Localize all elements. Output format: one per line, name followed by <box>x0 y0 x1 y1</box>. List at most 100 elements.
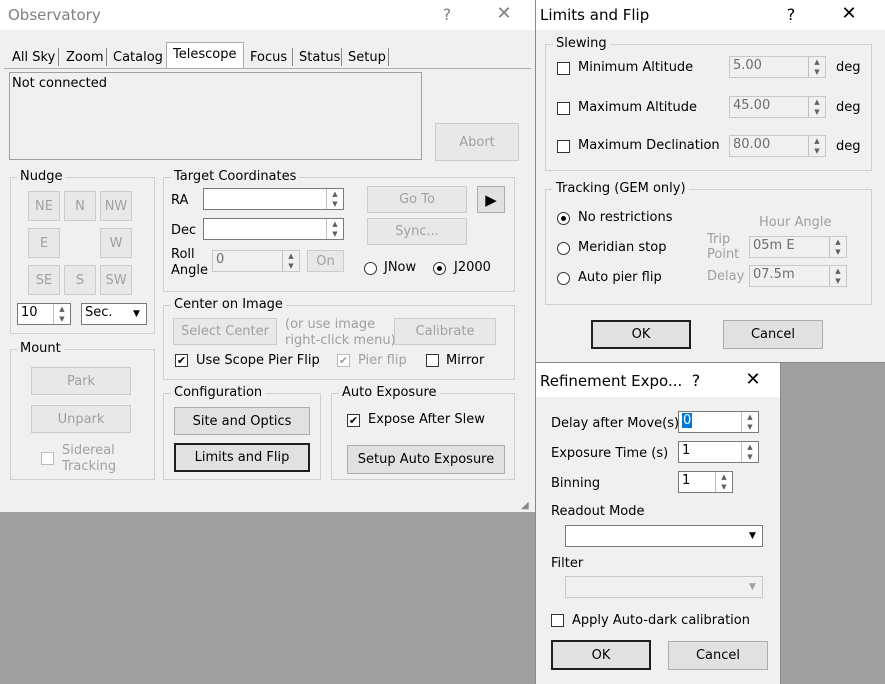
help-icon[interactable]: ? <box>437 5 457 24</box>
pier-flip-checkbox[interactable]: ✔ <box>337 354 350 367</box>
tab-all-sky[interactable]: All Sky <box>8 46 59 68</box>
unpark-button[interactable]: Unpark <box>31 405 131 433</box>
spin-up-icon[interactable]: ▲ <box>809 57 825 67</box>
select-center-button[interactable]: Select Center <box>173 318 277 345</box>
play-icon[interactable]: ▶ <box>477 186 505 213</box>
nudge-unit-select[interactable]: Sec. ▼ <box>81 303 147 325</box>
help-icon[interactable]: ? <box>686 371 706 390</box>
ra-spinner[interactable]: ▲ ▼ <box>326 189 343 209</box>
sidereal-tracking-checkbox[interactable] <box>41 452 54 465</box>
refine-ok-button[interactable]: OK <box>551 640 651 670</box>
spin-down-icon[interactable]: ▼ <box>54 314 70 324</box>
tab-setup[interactable]: Setup <box>344 46 390 68</box>
nudge-w-button[interactable]: W <box>100 228 132 258</box>
park-button[interactable]: Park <box>31 367 131 395</box>
nudge-amount-spinner[interactable]: ▲ ▼ <box>53 304 70 324</box>
abort-button[interactable]: Abort <box>435 123 519 161</box>
chevron-down-icon[interactable]: ▼ <box>744 527 761 545</box>
nudge-s-button[interactable]: S <box>64 265 96 295</box>
maximum-declination-checkbox[interactable] <box>557 140 570 153</box>
help-icon[interactable]: ? <box>781 5 801 24</box>
sync-button[interactable]: Sync... <box>367 218 467 245</box>
refine-cancel-button[interactable]: Cancel <box>668 641 768 670</box>
exposure-time-spinner[interactable]: ▲ ▼ <box>741 442 758 462</box>
tracking-label: Tracking <box>62 459 117 474</box>
calibrate-button[interactable]: Calibrate <box>394 318 496 345</box>
spin-down-icon[interactable]: ▼ <box>327 199 343 209</box>
center-hint-line1: (or use image <box>285 317 376 332</box>
spin-up-icon[interactable]: ▲ <box>742 442 758 452</box>
roll-angle-spinner[interactable]: ▲ ▼ <box>282 251 299 271</box>
tab-focus[interactable]: Focus <box>246 46 291 68</box>
maximum-declination-spinner[interactable]: ▲ ▼ <box>808 136 825 156</box>
spin-down-icon[interactable]: ▼ <box>283 261 299 271</box>
site-and-optics-button[interactable]: Site and Optics <box>174 407 310 435</box>
delay-after-move-spinner[interactable]: ▲ ▼ <box>741 412 758 432</box>
spin-up-icon[interactable]: ▲ <box>809 97 825 107</box>
filter-select[interactable]: ▼ <box>565 576 763 598</box>
tab-zoom[interactable]: Zoom <box>62 46 107 68</box>
spin-up-icon[interactable]: ▲ <box>830 237 846 247</box>
trip-point-spinner[interactable]: ▲ ▼ <box>829 237 846 257</box>
dec-spinner[interactable]: ▲ ▼ <box>326 219 343 239</box>
spin-down-icon[interactable]: ▼ <box>809 107 825 117</box>
tab-telescope[interactable]: Telescope <box>169 43 240 65</box>
auto-pier-flip-radio[interactable] <box>557 272 570 285</box>
nudge-nw-button[interactable]: NW <box>100 191 132 221</box>
binning-spinner[interactable]: ▲ ▼ <box>715 472 732 492</box>
chevron-down-icon[interactable]: ▼ <box>744 578 761 596</box>
spin-down-icon[interactable]: ▼ <box>327 229 343 239</box>
resize-grip-icon[interactable]: ◢ <box>521 500 529 511</box>
nudge-se-button[interactable]: SE <box>28 265 60 295</box>
spin-down-icon[interactable]: ▼ <box>742 422 758 432</box>
use-scope-pier-flip-checkbox[interactable]: ✔ <box>175 354 188 367</box>
nudge-e-button[interactable]: E <box>28 228 60 258</box>
close-icon[interactable]: ✕ <box>839 3 859 24</box>
spin-up-icon[interactable]: ▲ <box>809 136 825 146</box>
setup-auto-exposure-button[interactable]: Setup Auto Exposure <box>347 445 505 474</box>
ok-button[interactable]: OK <box>591 320 691 349</box>
spin-down-icon[interactable]: ▼ <box>716 482 732 492</box>
spin-up-icon[interactable]: ▲ <box>327 189 343 199</box>
chevron-down-icon[interactable]: ▼ <box>128 305 145 323</box>
goto-button[interactable]: Go To <box>367 186 467 213</box>
delay-spinner[interactable]: ▲ ▼ <box>829 266 846 286</box>
nudge-ne-button[interactable]: NE <box>28 191 60 221</box>
nudge-sw-button[interactable]: SW <box>100 265 132 295</box>
spin-up-icon[interactable]: ▲ <box>327 219 343 229</box>
dec-input[interactable] <box>203 218 344 240</box>
mirror-checkbox[interactable] <box>426 354 439 367</box>
minimum-altitude-checkbox[interactable] <box>557 62 570 75</box>
spin-down-icon[interactable]: ▼ <box>830 276 846 286</box>
limits-title: Limits and Flip <box>540 6 650 24</box>
ra-input[interactable] <box>203 188 344 210</box>
close-icon[interactable]: ✕ <box>494 3 514 24</box>
roll-on-button[interactable]: On <box>307 250 344 272</box>
jnow-radio[interactable] <box>364 262 377 275</box>
meridian-stop-radio[interactable] <box>557 242 570 255</box>
no-restrictions-radio[interactable] <box>557 212 570 225</box>
close-icon[interactable]: ✕ <box>743 369 763 390</box>
spin-up-icon[interactable]: ▲ <box>742 412 758 422</box>
tab-status[interactable]: Status <box>295 46 344 68</box>
tab-catalog[interactable]: Catalog <box>109 46 167 68</box>
spin-down-icon[interactable]: ▼ <box>742 452 758 462</box>
readout-mode-select[interactable]: ▼ <box>565 525 763 547</box>
maximum-altitude-checkbox[interactable] <box>557 102 570 115</box>
cancel-button[interactable]: Cancel <box>723 320 823 349</box>
spin-up-icon[interactable]: ▲ <box>54 304 70 314</box>
maximum-altitude-spinner[interactable]: ▲ ▼ <box>808 97 825 117</box>
nudge-n-button[interactable]: N <box>64 191 96 221</box>
minimum-altitude-spinner[interactable]: ▲ ▼ <box>808 57 825 77</box>
j2000-radio[interactable] <box>433 262 446 275</box>
spin-up-icon[interactable]: ▲ <box>283 251 299 261</box>
use-scope-pier-flip-label: Use Scope Pier Flip <box>196 353 320 368</box>
auto-dark-checkbox[interactable] <box>551 614 564 627</box>
spin-down-icon[interactable]: ▼ <box>830 247 846 257</box>
expose-after-slew-checkbox[interactable]: ✔ <box>347 414 360 427</box>
spin-down-icon[interactable]: ▼ <box>809 67 825 77</box>
limits-and-flip-button[interactable]: Limits and Flip <box>174 443 310 472</box>
spin-up-icon[interactable]: ▲ <box>830 266 846 276</box>
spin-down-icon[interactable]: ▼ <box>809 146 825 156</box>
spin-up-icon[interactable]: ▲ <box>716 472 732 482</box>
